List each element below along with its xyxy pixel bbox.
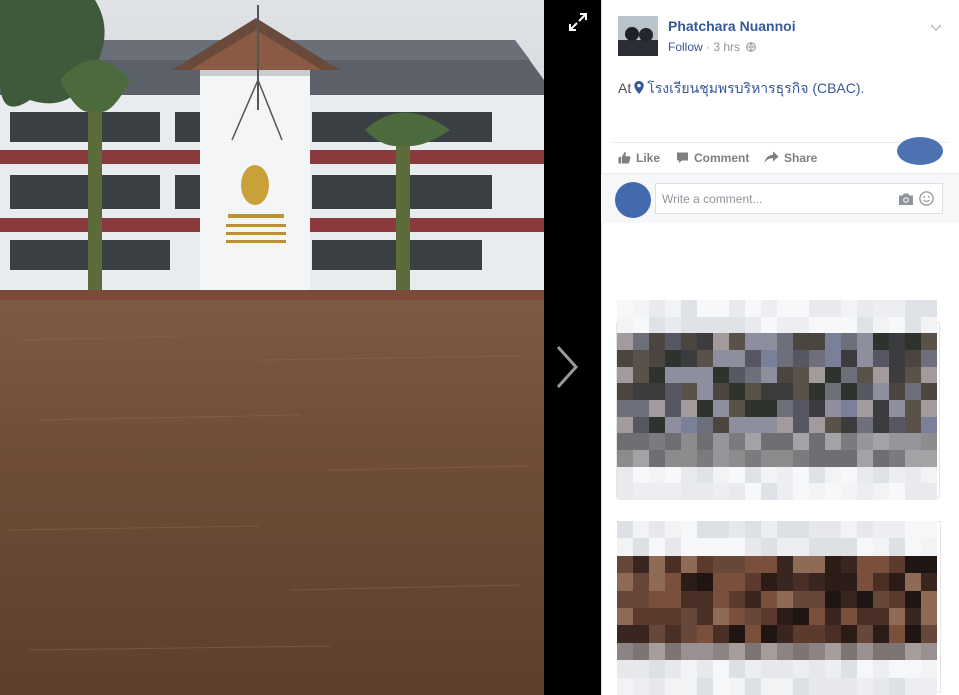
emoji-icon[interactable] [919,191,934,206]
flood-photo[interactable] [0,0,544,695]
like-label: Like [636,151,661,165]
commenter-avatar [615,182,651,218]
place-link[interactable]: โรงเรียนชุมพรบริหารธุรกิจ (CBAC). [647,80,864,96]
thumbs-up-icon [618,152,631,164]
camera-icon[interactable] [898,192,914,206]
share-button[interactable]: Share [764,151,817,165]
expand-icon[interactable] [566,10,590,34]
comment-box [655,183,943,214]
post-header: Phatchara Nuannoi Follow · 3 hrs [618,16,945,60]
follow-link[interactable]: Follow [668,40,703,54]
share-label: Share [784,151,818,165]
flooded-school-illustration [0,0,544,695]
globe-icon [746,42,757,52]
avatar[interactable] [618,16,658,56]
location-pin-icon [634,81,644,94]
comment-composer [601,173,959,223]
location-line: At โรงเรียนชุมพรบริหารธุรกิจ (CBAC). [618,78,864,100]
photo-stage [0,0,601,695]
share-arrow-icon [764,151,779,163]
comment-label: Comment [694,151,750,165]
chevron-right-icon[interactable] [550,335,586,399]
redacted-avatar [897,137,943,165]
post-time[interactable]: 3 hrs [713,40,740,54]
meta-separator: · [702,40,714,54]
post-meta: Follow · 3 hrs [668,40,757,54]
author-name[interactable]: Phatchara Nuannoi [668,18,796,34]
comment-input[interactable] [656,184,886,213]
at-prefix: At [618,80,632,96]
blurred-suggestion-card[interactable] [617,521,937,695]
comment-button[interactable]: Comment [676,151,749,165]
speech-bubble-icon [677,152,688,163]
like-button[interactable]: Like [618,151,660,165]
chevron-down-icon[interactable] [929,20,943,32]
blurred-suggestion-card[interactable] [617,300,937,500]
